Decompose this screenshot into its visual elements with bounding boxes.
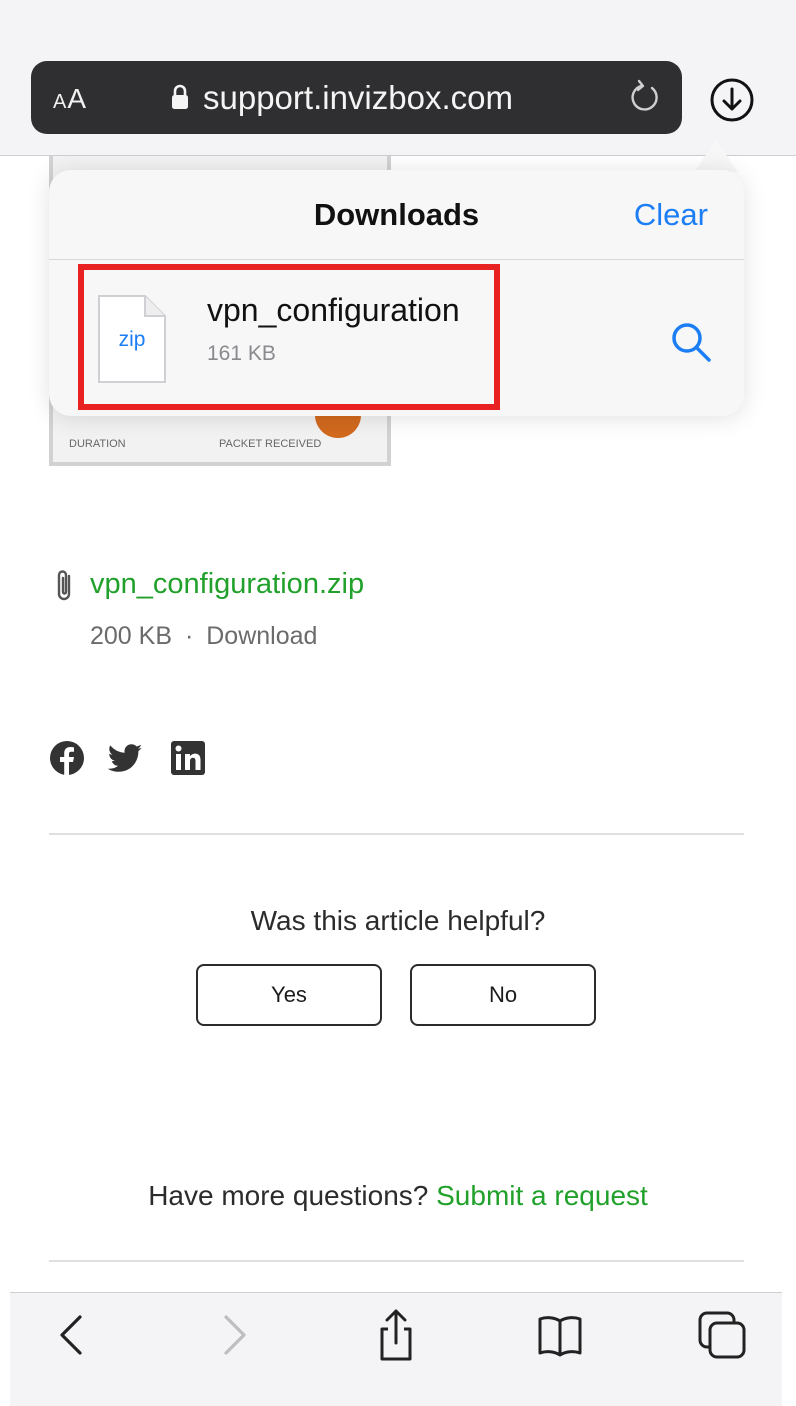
tabs-icon[interactable] — [694, 1307, 750, 1363]
back-chevron-icon[interactable] — [44, 1307, 100, 1363]
bookmarks-book-icon[interactable] — [532, 1307, 588, 1363]
no-button[interactable]: No — [410, 964, 596, 1026]
attachment-meta: 200 KB · Download — [90, 622, 317, 651]
thumbnail-packet-label: PACKET RECEIVED — [219, 438, 322, 450]
attachment-download-link[interactable]: Download — [206, 622, 317, 650]
twitter-icon[interactable] — [107, 740, 143, 776]
thumbnail-duration-label: DURATION — [69, 438, 126, 450]
highlight-box — [78, 264, 500, 410]
more-questions: Have more questions? Submit a request — [0, 1180, 796, 1212]
paperclip-icon — [57, 570, 71, 601]
more-questions-text: Have more questions? — [148, 1180, 429, 1211]
text-size-large-a: A — [67, 83, 88, 114]
linkedin-icon[interactable] — [170, 740, 206, 776]
text-size-small-a: A — [53, 91, 68, 113]
facebook-icon[interactable] — [49, 740, 85, 776]
submit-request-link[interactable]: Submit a request — [436, 1180, 648, 1211]
popover-arrow — [694, 140, 738, 172]
reload-icon[interactable] — [627, 79, 663, 115]
reader-text-size-button[interactable]: AA — [53, 83, 87, 115]
magnifier-search-icon[interactable] — [669, 320, 713, 364]
lock-icon — [172, 84, 188, 109]
attachment-link[interactable]: vpn_configuration.zip — [90, 568, 364, 601]
clear-button[interactable]: Clear — [634, 197, 708, 233]
downloads-button-icon[interactable] — [708, 76, 756, 124]
footer-divider — [49, 1260, 744, 1262]
forward-chevron-icon[interactable] — [206, 1307, 262, 1363]
url-text[interactable]: support.invizbox.com — [203, 79, 513, 117]
attachment-size: 200 KB — [90, 622, 173, 650]
attachment-meta-separator: · — [184, 622, 194, 650]
browser-bottom-toolbar — [10, 1292, 782, 1406]
popover-separator — [49, 259, 744, 260]
section-divider — [49, 833, 744, 835]
yes-button[interactable]: Yes — [196, 964, 382, 1026]
browser-top-bar: AA support.invizbox.com — [0, 0, 796, 156]
share-icon[interactable] — [368, 1307, 424, 1363]
helpful-question: Was this article helpful? — [250, 905, 546, 936]
address-bar[interactable]: AA support.invizbox.com — [31, 61, 682, 134]
